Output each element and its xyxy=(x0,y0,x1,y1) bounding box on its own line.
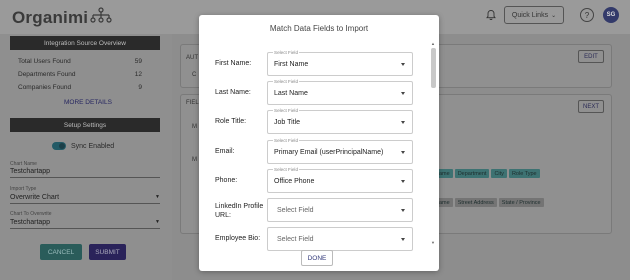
more-details-link[interactable]: MORE DETAILS xyxy=(64,99,112,106)
bell-icon[interactable] xyxy=(485,9,497,21)
auth-card-label: AUT xyxy=(186,55,198,61)
stat-row: Departments Found 12 xyxy=(18,71,142,78)
next-button[interactable]: NEXT xyxy=(578,100,604,113)
chart-overwrite-select[interactable]: Testchartapp ▼ xyxy=(10,219,160,229)
select-placeholder: Select Field xyxy=(277,236,314,243)
sync-label: Sync Enabled xyxy=(71,142,115,150)
stat-value: 9 xyxy=(138,84,142,91)
unmapped-field-chips: ame Street Address State / Province xyxy=(436,198,544,207)
select-caption: Select Field xyxy=(273,79,300,84)
phone-select[interactable]: Select Field Office Phone xyxy=(267,167,413,193)
caret-down-icon xyxy=(401,121,405,124)
linkedin-select[interactable]: Select Field xyxy=(267,198,413,222)
select-value: Job Title xyxy=(274,119,301,126)
import-type-value: Overwrite Chart xyxy=(10,194,60,201)
caret-down-icon xyxy=(401,151,405,154)
caret-down-icon xyxy=(401,209,405,212)
quick-links-button[interactable]: Quick Links ⌄ xyxy=(504,6,564,24)
select-value: Primary Email (userPrincipalName) xyxy=(274,149,384,156)
integration-overview-header: Integration Source Overview xyxy=(10,36,160,50)
quick-links-label: Quick Links xyxy=(511,11,549,19)
mapped-field-chips: ame Department City Role Type xyxy=(436,169,540,178)
edit-button[interactable]: EDIT xyxy=(578,50,604,63)
help-button[interactable]: ? xyxy=(580,8,594,22)
email-select[interactable]: Select Field Primary Email (userPrincipa… xyxy=(267,138,413,164)
modal-title: Match Data Fields to Import xyxy=(269,24,369,33)
scroll-up-arrow-icon[interactable]: ▲ xyxy=(431,41,435,46)
select-value: Office Phone xyxy=(274,178,315,185)
chart-name-value: Testchartapp xyxy=(10,168,51,175)
cancel-button[interactable]: CANCEL xyxy=(40,244,82,260)
field-label-email: Email: xyxy=(215,148,235,155)
select-caption: Select Field xyxy=(273,138,300,143)
stat-value: 12 xyxy=(134,71,142,78)
first-name-select[interactable]: Select Field First Name xyxy=(267,50,413,76)
setup-settings-header: Setup Settings xyxy=(10,118,160,132)
stat-label: Total Users Found xyxy=(18,58,71,65)
stat-row: Companies Found 9 xyxy=(18,84,142,91)
avatar[interactable]: SG xyxy=(603,7,619,23)
field-chip: Department xyxy=(454,169,490,178)
caret-down-icon xyxy=(401,238,405,241)
org-chart-logo-icon xyxy=(90,7,112,23)
caret-down-icon xyxy=(401,63,405,66)
done-button[interactable]: DONE xyxy=(301,250,333,266)
fields-card-label: FIEL xyxy=(186,100,199,106)
chevron-down-icon: ⌄ xyxy=(551,12,557,19)
stat-value: 59 xyxy=(134,58,142,65)
select-caption: Select Field xyxy=(273,108,300,113)
chart-name-caption: Chart Name xyxy=(10,161,37,167)
field-label-linkedin: LinkedIn Profile URL: xyxy=(215,203,264,219)
submit-button[interactable]: SUBMIT xyxy=(89,244,126,260)
select-placeholder: Select Field xyxy=(277,207,314,214)
field-chip: City xyxy=(491,169,507,178)
field-chip: State / Province xyxy=(498,198,544,207)
select-value: Last Name xyxy=(274,90,308,97)
field-mapping-list: First Name: Select Field First Name Last… xyxy=(199,43,439,261)
chart-overwrite-value: Testchartapp xyxy=(10,219,51,226)
role-title-select[interactable]: Select Field Job Title xyxy=(267,108,413,134)
sync-toggle[interactable] xyxy=(52,142,66,150)
fields-card-sub: M xyxy=(192,157,197,163)
match-fields-modal: Match Data Fields to Import First Name: … xyxy=(199,15,439,271)
field-label-role-title: Role Title: xyxy=(215,118,247,125)
chart-name-field[interactable]: Testchartapp xyxy=(10,168,160,178)
caret-down-icon: ▼ xyxy=(155,219,160,225)
field-label-phone: Phone: xyxy=(215,177,238,184)
field-label-employee-bio: Employee Bio: xyxy=(215,235,261,242)
import-type-select[interactable]: Overwrite Chart ▼ xyxy=(10,194,160,204)
select-caption: Select Field xyxy=(273,167,300,172)
caret-down-icon xyxy=(401,180,405,183)
auth-card-sub: C xyxy=(192,72,197,78)
caret-down-icon: ▼ xyxy=(155,194,160,200)
field-chip: Role Type xyxy=(508,169,540,178)
last-name-select[interactable]: Select Field Last Name xyxy=(267,79,413,105)
caret-down-icon xyxy=(401,92,405,95)
field-label-first-name: First Name: xyxy=(215,60,252,67)
employee-bio-select[interactable]: Select Field xyxy=(267,227,413,251)
field-chip: Street Address xyxy=(454,198,497,207)
field-label-last-name: Last Name: xyxy=(215,89,251,96)
stat-row: Total Users Found 59 xyxy=(18,58,142,65)
sync-toggle-row: Sync Enabled xyxy=(52,142,114,150)
stat-label: Departments Found xyxy=(18,71,76,78)
scroll-down-arrow-icon[interactable]: ▼ xyxy=(431,240,435,245)
select-caption: Select Field xyxy=(273,50,300,55)
chart-overwrite-caption: Chart To Overwrite xyxy=(10,211,52,217)
select-value: First Name xyxy=(274,61,309,68)
logo-text: Organimi xyxy=(12,8,89,27)
scrollbar-thumb[interactable] xyxy=(431,48,436,88)
stat-label: Companies Found xyxy=(18,84,72,91)
import-type-caption: Import Type xyxy=(10,186,37,192)
fields-card-sub: M xyxy=(192,124,197,130)
